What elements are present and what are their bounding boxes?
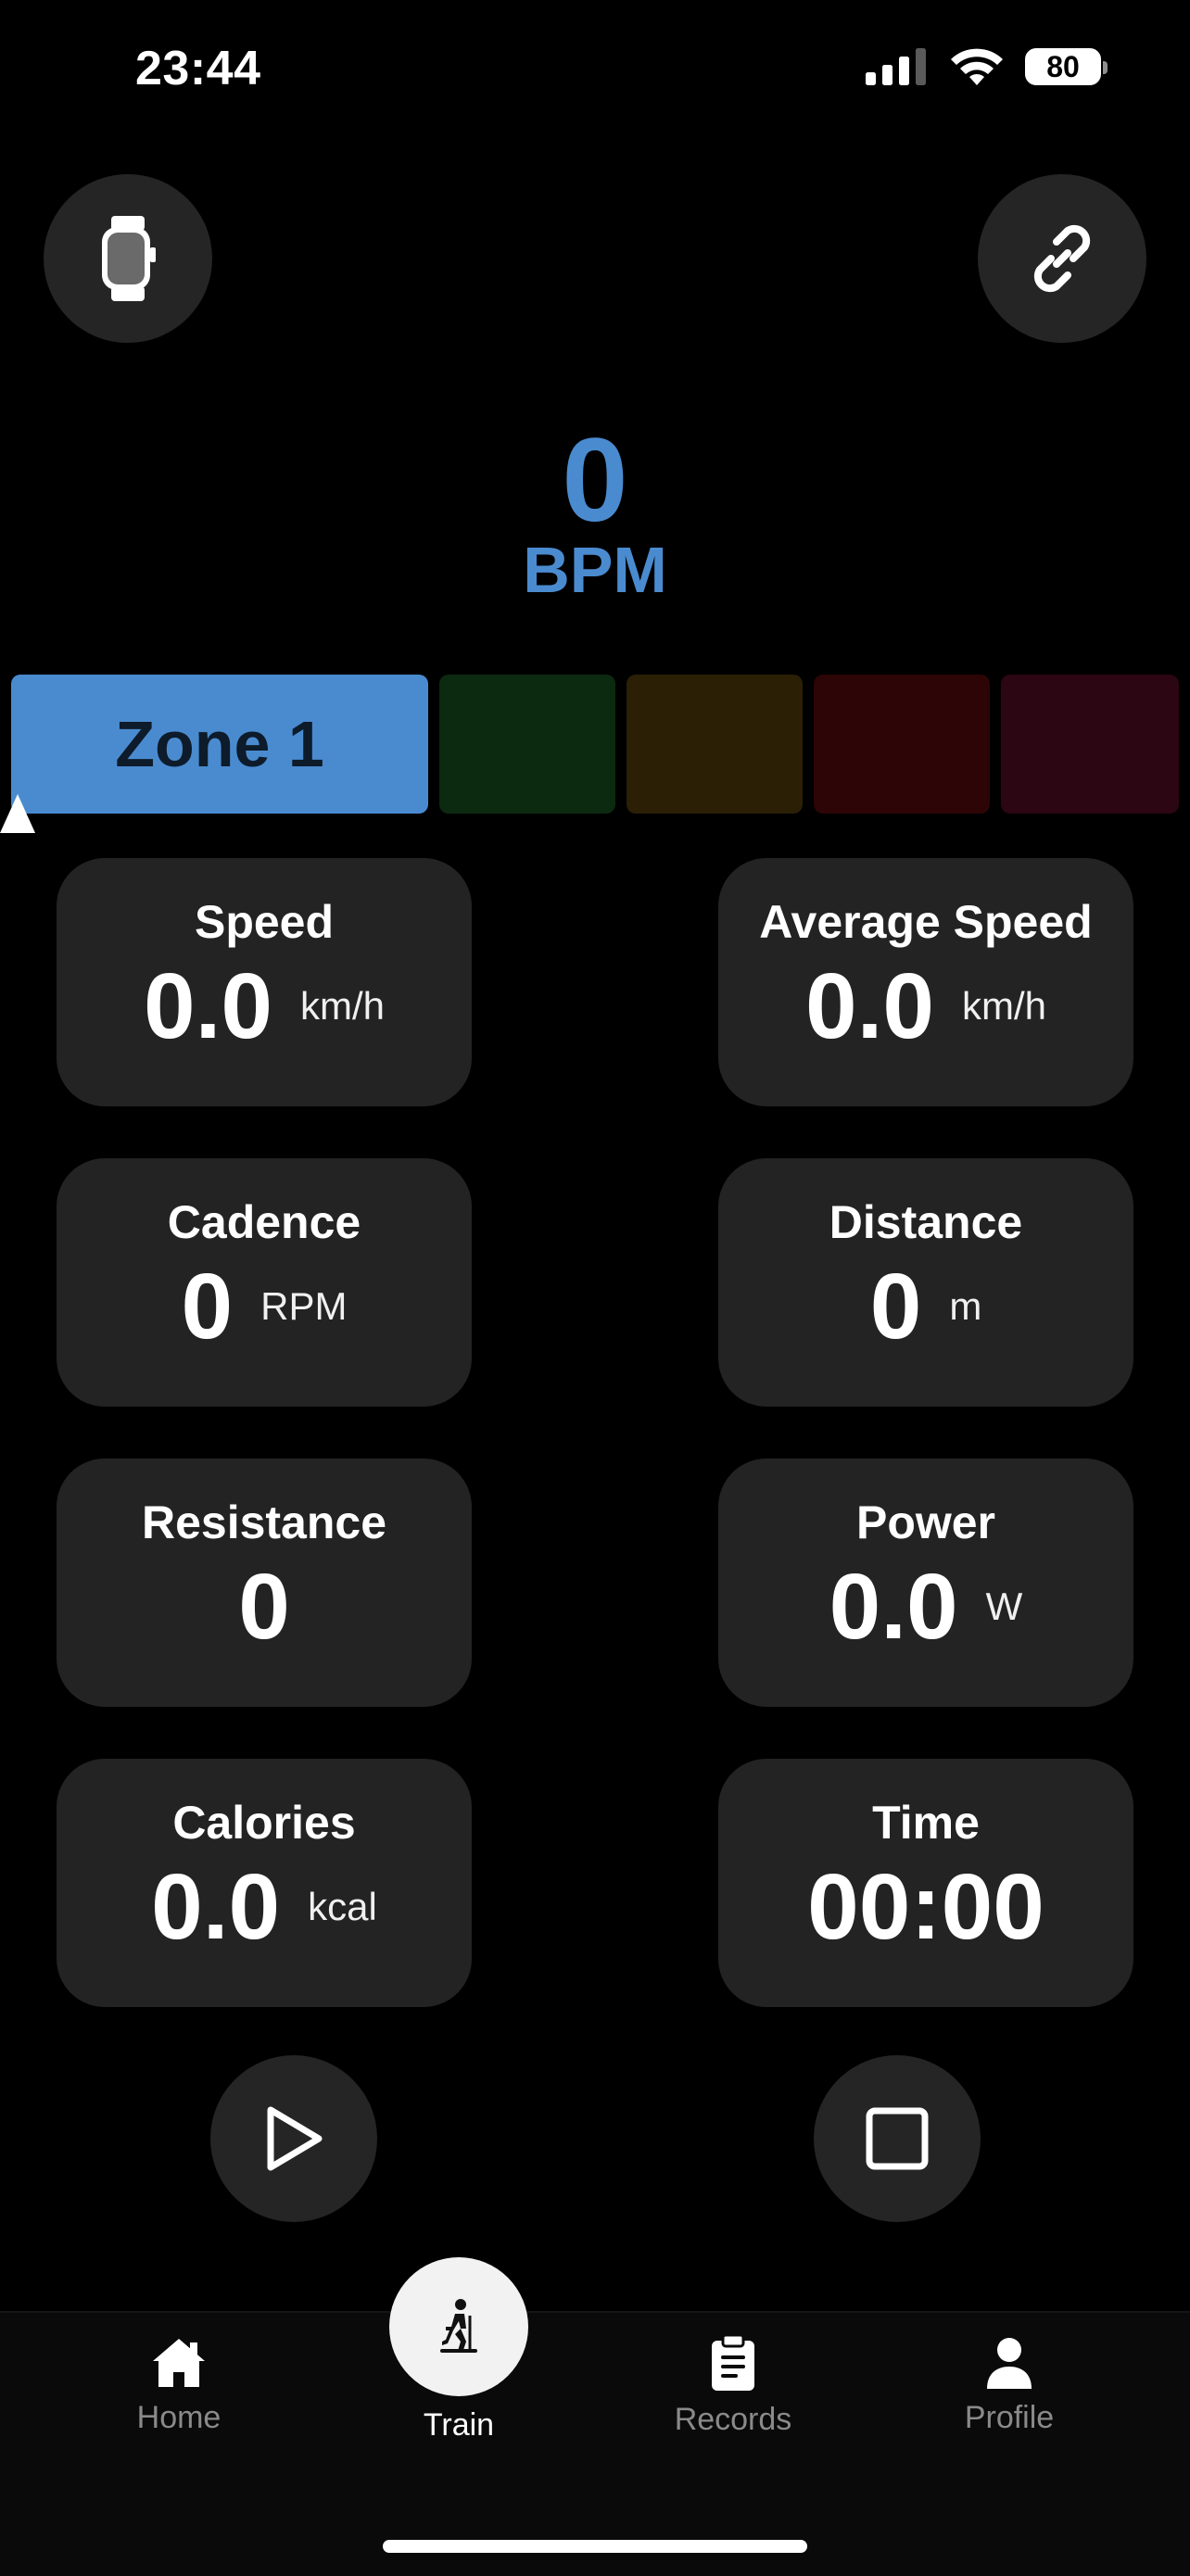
- link-button[interactable]: [978, 174, 1146, 343]
- card-label: Resistance: [141, 1496, 387, 1548]
- card-unit: m: [949, 1284, 982, 1328]
- card-label: Calories: [172, 1797, 356, 1849]
- calories-card: Calories 0.0 kcal: [57, 1759, 472, 2007]
- tab-records[interactable]: Records: [640, 2335, 826, 2438]
- status-icons: 80: [866, 46, 1108, 87]
- battery-icon: 80: [1025, 48, 1108, 85]
- cadence-card: Cadence 0 RPM: [57, 1158, 472, 1407]
- tab-profile[interactable]: Profile: [917, 2335, 1102, 2436]
- tab-home[interactable]: Home: [86, 2335, 272, 2436]
- resistance-card: Resistance 0: [57, 1458, 472, 1707]
- zone-label: Zone 1: [115, 708, 324, 780]
- zone-1-bar: Zone 1: [11, 675, 428, 814]
- card-label: Power: [855, 1496, 996, 1548]
- clipboard-icon: [712, 2335, 754, 2391]
- heart-rate-value: 0: [562, 414, 628, 547]
- tab-train[interactable]: Train: [366, 2257, 551, 2443]
- zone-2-bar: [439, 675, 615, 814]
- time-card: Time 00:00: [718, 1759, 1133, 2007]
- card-value: 0: [181, 1255, 234, 1358]
- zone-3-bar: [627, 675, 803, 814]
- train-circle: [389, 2257, 528, 2396]
- card-unit: km/h: [962, 984, 1047, 1028]
- tab-label: Records: [674, 2402, 792, 2437]
- card-label: Average Speed: [759, 896, 1093, 948]
- zone-marker-icon: [0, 794, 35, 833]
- card-value: 0.0: [143, 954, 272, 1058]
- person-icon: [987, 2338, 1032, 2389]
- card-value: 00:00: [807, 1855, 1044, 1959]
- card-value: 0: [869, 1255, 922, 1358]
- stop-icon: [866, 2107, 929, 2170]
- tab-label: Home: [136, 2400, 222, 2435]
- card-value: 0.0: [804, 954, 934, 1058]
- card-unit: kcal: [308, 1885, 377, 1928]
- watch-icon: [102, 216, 156, 301]
- play-button[interactable]: [210, 2055, 377, 2222]
- play-icon: [267, 2106, 323, 2171]
- card-label: Speed: [194, 896, 335, 948]
- home-icon: [153, 2339, 205, 2387]
- watch-button[interactable]: [44, 174, 212, 343]
- card-value: 0.0: [829, 1555, 958, 1659]
- signal-icon: [866, 48, 926, 85]
- card-unit: W: [985, 1585, 1023, 1628]
- card-unit: RPM: [260, 1284, 348, 1328]
- wifi-icon: [951, 48, 1003, 85]
- heart-rate-unit: BPM: [523, 534, 667, 606]
- tab-label: Train: [423, 2407, 495, 2443]
- card-label: Cadence: [167, 1196, 361, 1248]
- home-indicator: [383, 2540, 807, 2553]
- runner-icon: [440, 2299, 477, 2353]
- card-value: 0: [238, 1555, 290, 1659]
- card-label: Time: [872, 1797, 980, 1849]
- zone-5-bar: [1001, 675, 1179, 814]
- card-value: 0.0: [151, 1855, 281, 1959]
- distance-card: Distance 0 m: [718, 1158, 1133, 1407]
- speed-card: Speed 0.0 km/h: [57, 858, 472, 1106]
- power-card: Power 0.0 W: [718, 1458, 1133, 1707]
- tab-label: Profile: [964, 2400, 1055, 2435]
- card-unit: km/h: [300, 984, 386, 1028]
- card-label: Distance: [829, 1196, 1023, 1248]
- link-icon: [1033, 224, 1091, 293]
- average-speed-card: Average Speed 0.0 km/h: [718, 858, 1133, 1106]
- status-time: 23:44: [135, 42, 261, 95]
- stop-button[interactable]: [814, 2055, 981, 2222]
- zone-4-bar: [814, 675, 990, 814]
